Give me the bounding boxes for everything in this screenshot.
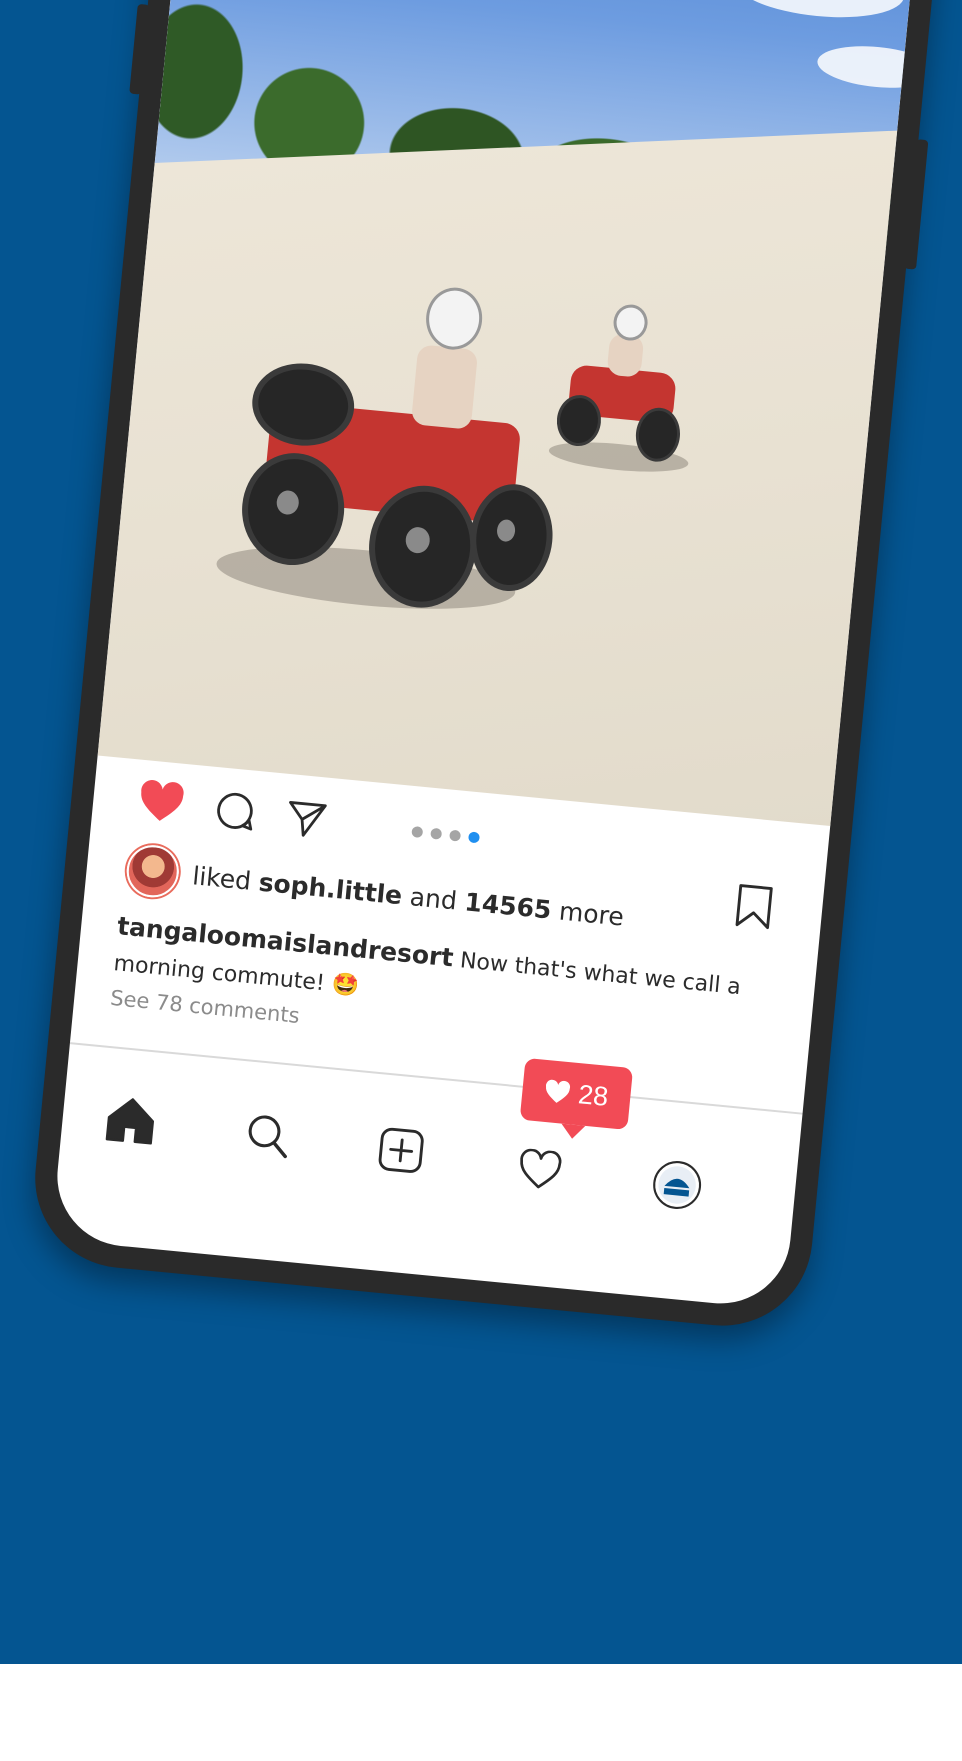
speech-bubble-icon xyxy=(217,792,253,831)
nav-activity-button[interactable] xyxy=(509,1139,570,1200)
heart-filled-icon xyxy=(545,1079,571,1103)
post-photo[interactable] xyxy=(97,0,929,827)
plus-square-icon xyxy=(378,1127,424,1173)
liked-and: and xyxy=(408,881,459,916)
likes-notification-badge[interactable]: 28 xyxy=(519,1057,634,1130)
nav-home-button[interactable] xyxy=(100,1090,161,1151)
heart-filled-icon xyxy=(141,780,184,821)
like-button[interactable] xyxy=(131,771,192,832)
liked-suffix: more xyxy=(557,896,626,932)
phone-mockup: liked soph.little and 14565 more tangalo… xyxy=(27,0,953,1334)
likes-badge-count: 28 xyxy=(576,1078,610,1112)
carousel-dot[interactable] xyxy=(449,829,462,842)
nav-create-button[interactable] xyxy=(371,1120,432,1181)
paper-plane-icon xyxy=(289,801,327,837)
search-icon xyxy=(248,1115,287,1159)
comment-button[interactable] xyxy=(204,780,265,841)
liked-user-link[interactable]: soph.little xyxy=(258,867,404,910)
quad-bike-front xyxy=(213,285,558,626)
carousel-dot[interactable] xyxy=(430,827,443,840)
share-button[interactable] xyxy=(276,789,337,850)
liked-prefix: liked xyxy=(191,860,253,896)
app-screen: liked soph.little and 14565 more tangalo… xyxy=(51,0,929,1310)
quad-bike-back xyxy=(547,303,700,481)
carousel-dot-active[interactable] xyxy=(468,831,481,844)
rider-torso xyxy=(410,344,479,430)
background-bottom-strip xyxy=(0,1664,962,1761)
carousel-dot[interactable] xyxy=(411,825,424,838)
profile-avatar-icon xyxy=(653,1161,702,1209)
heart-outline-icon xyxy=(520,1148,562,1189)
nav-profile-button[interactable] xyxy=(647,1154,708,1215)
nav-search-button[interactable] xyxy=(237,1105,298,1166)
home-icon xyxy=(105,1098,155,1145)
liker-avatar[interactable] xyxy=(124,842,182,900)
like-count[interactable]: 14565 xyxy=(463,887,552,924)
